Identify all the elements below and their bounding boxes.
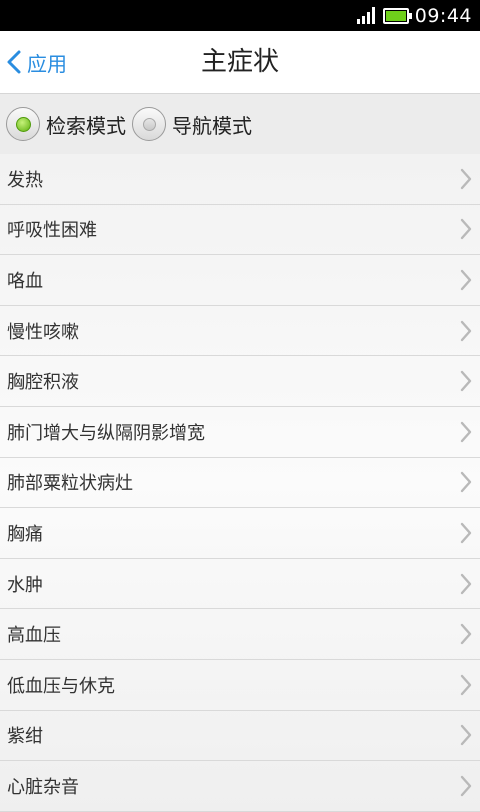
page-title: 主症状 xyxy=(200,47,279,77)
list-item-label: 心脏杂音 xyxy=(7,776,79,798)
list-item[interactable]: 慢性咳嗽 xyxy=(0,306,480,357)
chevron-right-icon xyxy=(460,472,472,493)
list-item-label: 发热 xyxy=(7,169,43,191)
list-item-label: 水肿 xyxy=(7,574,43,596)
list-item[interactable]: 咯血 xyxy=(0,255,480,306)
list-item[interactable]: 紫绀 xyxy=(0,711,480,762)
radio-search-mode[interactable]: 检索模式 xyxy=(6,107,126,141)
list-item[interactable]: 水肿 xyxy=(0,559,480,610)
list-item[interactable]: 高血压 xyxy=(0,609,480,660)
header: 应用 主症状 xyxy=(0,31,480,94)
chevron-right-icon xyxy=(460,269,472,291)
list-item[interactable]: 低血压与休克 xyxy=(0,660,480,711)
list-item[interactable]: 呼吸性困难 xyxy=(0,205,480,256)
list-item[interactable]: 发热 xyxy=(0,154,480,205)
list-item-label: 呼吸性困难 xyxy=(7,220,97,242)
radio-dot-on-icon xyxy=(15,116,31,132)
list-item-label: 高血压 xyxy=(7,625,61,647)
chevron-right-icon xyxy=(460,674,472,695)
chevron-right-icon xyxy=(460,168,472,189)
chevron-right-icon xyxy=(460,421,472,442)
chevron-right-icon xyxy=(460,573,472,594)
signal-icon xyxy=(355,7,375,24)
status-bar: 09:44 xyxy=(0,0,480,31)
status-time: 09:44 xyxy=(414,4,472,27)
radio-navigation-mode[interactable]: 导航模式 xyxy=(132,107,252,141)
chevron-right-icon xyxy=(460,219,472,240)
chevron-right-icon xyxy=(460,370,472,392)
list-item-label: 咯血 xyxy=(7,270,43,292)
list-item[interactable]: 肺部粟粒状病灶 xyxy=(0,458,480,509)
list-item[interactable]: 心脏杂音 xyxy=(0,761,480,812)
chevron-right-icon xyxy=(460,775,472,797)
list-item[interactable]: 肺门增大与纵隔阴影增宽 xyxy=(0,407,480,458)
radio-button-selected[interactable] xyxy=(6,107,40,141)
list-item-label: 肺门增大与纵隔阴影增宽 xyxy=(7,422,205,444)
list-item[interactable]: 胸腔积液 xyxy=(0,356,480,407)
list-item-label: 紫绀 xyxy=(7,726,43,748)
chevron-right-icon xyxy=(460,522,472,544)
chevron-right-icon xyxy=(460,320,472,341)
list-item-label: 低血压与休克 xyxy=(7,675,115,697)
chevron-right-icon xyxy=(460,623,472,645)
list-item-label: 胸痛 xyxy=(7,523,43,545)
list-item-label: 肺部粟粒状病灶 xyxy=(7,473,133,495)
list-item[interactable]: 胸痛 xyxy=(0,508,480,559)
radio-dot-off-icon xyxy=(142,117,156,131)
battery-icon xyxy=(382,7,412,24)
radio-button-unselected[interactable] xyxy=(132,107,166,141)
chevron-right-icon xyxy=(460,725,472,746)
list-item-label: 胸腔积液 xyxy=(7,372,79,394)
radio-label-navigation-mode: 导航模式 xyxy=(172,113,252,138)
mode-selector: 检索模式 导航模式 xyxy=(0,94,480,154)
list-item-label: 慢性咳嗽 xyxy=(7,321,79,343)
symptom-list: 发热 呼吸性困难 咯血 慢性咳嗽 胸腔积液 肺门增大与纵隔阴影增宽 肺部粟粒状病… xyxy=(0,154,480,812)
radio-label-search-mode: 检索模式 xyxy=(46,113,126,138)
